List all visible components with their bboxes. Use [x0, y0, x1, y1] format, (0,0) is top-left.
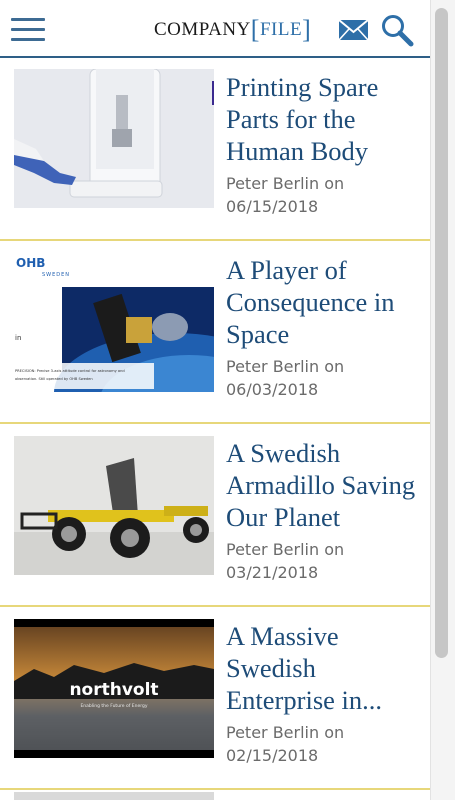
article-title-line: Printing Spare [226, 72, 379, 102]
northvolt-image: northvolt Enabling the Future of Energy [14, 619, 214, 758]
logo-company-text: COMPANY [154, 19, 251, 40]
mail-icon[interactable] [338, 19, 369, 41]
article-meta: Peter Berlin on 06/15/2018 [226, 172, 426, 218]
article-title-line: Enterprise in... [226, 685, 383, 715]
article-title-line: Space [226, 319, 290, 349]
article-thumbnail[interactable] [14, 436, 214, 575]
menu-bar [11, 18, 45, 21]
article-title[interactable]: A Swedish Armadillo Saving Our Planet [226, 437, 430, 533]
article-title-line: Parts for the [226, 104, 356, 134]
article-date: 06/03/2018 [226, 380, 319, 399]
article-card[interactable]: A Swedish Armadillo Saving Our Planet Pe… [0, 424, 430, 607]
article-thumbnail[interactable]: OHB SWEDEN in PRECISION: Precise 3-axis … [14, 253, 214, 392]
article-date: 02/15/2018 [226, 746, 319, 765]
northvolt-logo-text: northvolt [69, 680, 158, 700]
ohb-sweden-text: SWEDEN [42, 272, 70, 278]
article-author: Peter Berlin on [226, 540, 345, 559]
article-meta: Peter Berlin on 06/03/2018 [226, 355, 426, 401]
article-card[interactable]: OHB SWEDEN in PRECISION: Precise 3-axis … [0, 241, 430, 424]
article-title-line: Human Body [226, 136, 369, 166]
article-title-line: Our Planet [226, 502, 341, 532]
article-title[interactable]: Printing Spare Parts for the Human Body [226, 71, 430, 167]
article-title-line: A Massive [226, 621, 339, 651]
article-title-line: Swedish [226, 653, 316, 683]
logo-file-text: FILE [259, 19, 303, 40]
slide-caption-2: observation. Still operated by OHB Swede… [15, 377, 93, 381]
northvolt-tagline: Enabling the Future of Energy [80, 703, 147, 709]
article-thumbnail[interactable]: northvolt Enabling the Future of Energy [14, 619, 214, 758]
ohb-brand-text: OHB [16, 256, 45, 270]
next-article-thumbnail-edge [14, 792, 214, 800]
article-meta: Peter Berlin on 03/21/2018 [226, 538, 426, 584]
satellite-image: OHB SWEDEN in PRECISION: Precise 3-axis … [14, 253, 214, 392]
slide-caption-1: PRECISION: Precise 3-axis attitude contr… [15, 369, 125, 373]
logo-bracket-close: ] [302, 15, 312, 44]
article-title-line: A Player of [226, 255, 347, 285]
article-title-line: Armadillo Saving [226, 470, 416, 500]
slide-side-text: in [15, 334, 21, 342]
article-date: 06/15/2018 [226, 197, 319, 216]
article-title[interactable]: A Player of Consequence in Space [226, 254, 430, 350]
article-title[interactable]: A Massive Swedish Enterprise in... [226, 620, 430, 716]
scrollbar-thumb[interactable] [435, 8, 448, 658]
article-author: Peter Berlin on [226, 174, 345, 193]
hamburger-menu-icon[interactable] [11, 18, 45, 42]
article-card[interactable]: northvolt Enabling the Future of Energy … [0, 607, 430, 790]
article-author: Peter Berlin on [226, 723, 345, 742]
site-logo[interactable]: COMPANY [ FILE ] [154, 16, 311, 44]
article-thumbnail[interactable] [14, 69, 214, 208]
armadillo-vehicle-image [14, 436, 214, 575]
article-card[interactable]: Printing Spare Parts for the Human Body … [0, 58, 430, 241]
search-icon[interactable] [380, 13, 414, 47]
logo-bracket-open: [ [250, 15, 260, 44]
menu-bar [11, 28, 45, 31]
article-date: 03/21/2018 [226, 563, 319, 582]
article-author: Peter Berlin on [226, 357, 345, 376]
article-title-line: A Swedish [226, 438, 341, 468]
bioprinter-image [14, 69, 214, 208]
article-title-line: Consequence in [226, 287, 395, 317]
article-meta: Peter Berlin on 02/15/2018 [226, 721, 426, 767]
site-header: COMPANY [ FILE ] [0, 0, 430, 58]
menu-bar [11, 38, 45, 41]
